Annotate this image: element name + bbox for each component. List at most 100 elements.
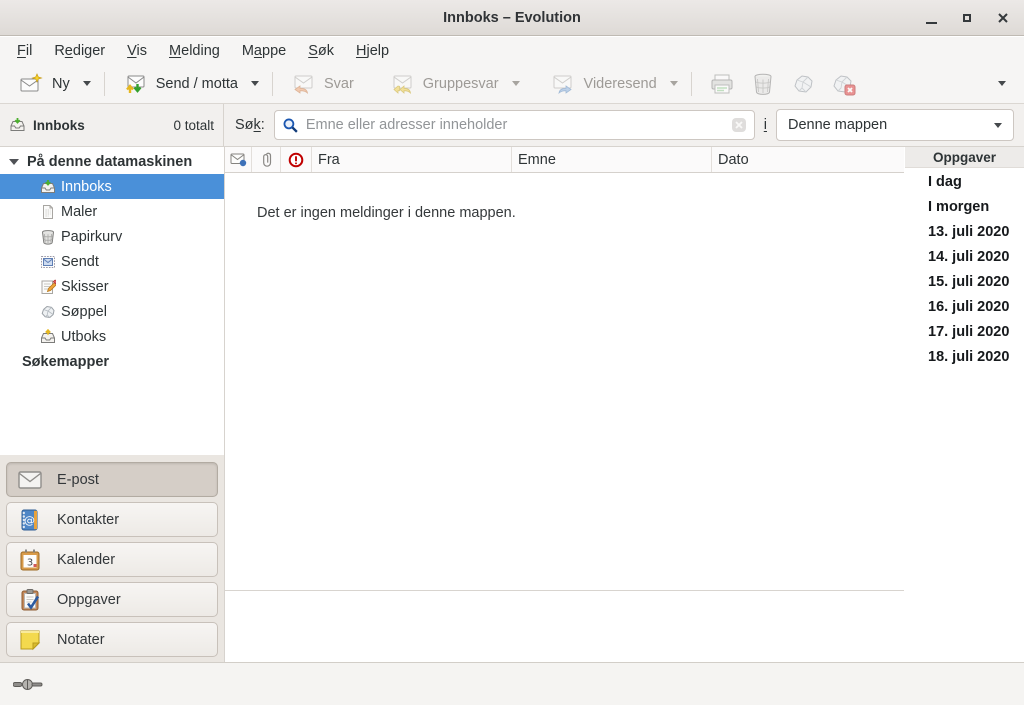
minimize-button[interactable] bbox=[920, 7, 942, 29]
column-from[interactable]: Fra bbox=[312, 147, 512, 172]
switcher-memos-button[interactable]: Notater bbox=[6, 622, 218, 657]
toolbar: Ny Send / motta Svar Gruppesvar bbox=[0, 64, 1024, 104]
forward-dropdown[interactable] bbox=[666, 76, 682, 91]
folder-trash[interactable]: Papirkurv bbox=[0, 224, 224, 249]
send-receive-icon bbox=[123, 72, 147, 96]
titlebar: Innboks – Evolution bbox=[0, 0, 1024, 36]
forward-button[interactable]: Videresend bbox=[542, 67, 666, 101]
group-reply-label: Gruppesvar bbox=[423, 76, 499, 92]
folder-label: Innboks bbox=[61, 179, 112, 195]
task-group-date[interactable]: 13. juli 2020 bbox=[905, 220, 1024, 245]
task-pane-header[interactable]: Oppgaver bbox=[905, 147, 1024, 168]
search-scope-dropdown[interactable]: Denne mappen bbox=[776, 109, 1014, 141]
search-icon bbox=[282, 117, 299, 134]
search-input-wrapper bbox=[274, 110, 755, 140]
switcher-tasks-button[interactable]: Oppgaver bbox=[6, 582, 218, 617]
folder-sent[interactable]: Sendt bbox=[0, 249, 224, 274]
not-junk-button[interactable] bbox=[823, 67, 865, 101]
column-status[interactable] bbox=[225, 147, 252, 172]
preview-pane-splitter[interactable] bbox=[225, 590, 904, 591]
column-date[interactable]: Dato bbox=[712, 147, 904, 172]
new-message-label: Ny bbox=[52, 76, 70, 92]
inbox-icon bbox=[40, 179, 56, 195]
forward-icon bbox=[551, 72, 575, 96]
switcher-label: Kalender bbox=[57, 552, 115, 568]
toolbar-overflow-button[interactable] bbox=[990, 76, 1014, 91]
memos-icon bbox=[18, 628, 42, 652]
menu-message[interactable]: Melding bbox=[158, 39, 231, 63]
outbox-icon bbox=[40, 329, 56, 345]
maximize-button[interactable] bbox=[956, 7, 978, 29]
reply-button[interactable]: Svar bbox=[282, 67, 363, 101]
folder-junk[interactable]: Søppel bbox=[0, 299, 224, 324]
menu-file[interactable]: Fil bbox=[6, 39, 43, 63]
switcher-contacts-button[interactable]: @ Kontakter bbox=[6, 502, 218, 537]
task-group-date[interactable]: 15. juli 2020 bbox=[905, 270, 1024, 295]
menubar: Fil Rediger Vis Melding Mappe Søk Hjelp bbox=[0, 37, 1024, 64]
online-status-icon[interactable] bbox=[13, 677, 45, 692]
junk-button[interactable] bbox=[783, 67, 823, 101]
send-receive-button[interactable]: Send / motta bbox=[114, 67, 247, 101]
tree-root-search-folders[interactable]: Søkemapper bbox=[0, 349, 224, 374]
junk-icon bbox=[791, 72, 815, 96]
folder-header-title: Innboks bbox=[33, 118, 85, 133]
search-scope-value: Denne mappen bbox=[788, 117, 887, 133]
menu-help[interactable]: Hjelp bbox=[345, 39, 400, 63]
window-controls bbox=[920, 0, 1014, 36]
menu-edit[interactable]: Rediger bbox=[43, 39, 116, 63]
junk-icon bbox=[40, 304, 56, 320]
folder-outbox[interactable]: Utboks bbox=[0, 324, 224, 349]
task-group-today[interactable]: I dag bbox=[905, 170, 1024, 195]
task-group-date[interactable]: 16. juli 2020 bbox=[905, 295, 1024, 320]
svg-text:@: @ bbox=[24, 514, 35, 527]
search-band: Innboks 0 totalt Søk: i Denne mappen bbox=[0, 104, 1024, 147]
new-message-button[interactable]: Ny bbox=[10, 67, 79, 101]
search-input[interactable] bbox=[306, 117, 724, 133]
chevron-down-icon bbox=[83, 81, 91, 86]
drafts-icon bbox=[40, 279, 56, 295]
delete-button[interactable] bbox=[743, 67, 783, 101]
reply-icon bbox=[291, 72, 315, 96]
empty-folder-message: Det er ingen meldinger i denne mappen. bbox=[257, 205, 904, 221]
folder-templates[interactable]: Maler bbox=[0, 199, 224, 224]
close-button[interactable] bbox=[992, 7, 1014, 29]
calendar-icon: 3 bbox=[18, 548, 42, 572]
close-icon bbox=[997, 12, 1009, 24]
switcher-mail-button[interactable]: E-post bbox=[6, 462, 218, 497]
folder-label: Papirkurv bbox=[61, 229, 122, 245]
clear-search-button[interactable] bbox=[731, 117, 747, 133]
sent-icon bbox=[40, 254, 56, 270]
search-label: Søk: bbox=[235, 117, 265, 133]
folder-label: Sendt bbox=[61, 254, 99, 270]
column-important[interactable] bbox=[281, 147, 312, 172]
task-group-date[interactable]: 18. juli 2020 bbox=[905, 345, 1024, 370]
folder-drafts[interactable]: Skisser bbox=[0, 274, 224, 299]
folder-label: Søppel bbox=[61, 304, 107, 320]
menu-view[interactable]: Vis bbox=[116, 39, 158, 63]
search-area: Søk: i Denne mappen bbox=[225, 104, 1024, 146]
task-group-date[interactable]: 17. juli 2020 bbox=[905, 320, 1024, 345]
tree-root-on-this-computer[interactable]: På denne datamaskinen bbox=[0, 149, 224, 174]
folder-inbox[interactable]: Innboks bbox=[0, 174, 224, 199]
send-receive-dropdown[interactable] bbox=[247, 76, 263, 91]
task-group-tomorrow[interactable]: I morgen bbox=[905, 195, 1024, 220]
current-folder-header: Innboks 0 totalt bbox=[0, 104, 224, 146]
task-pane: Oppgaver I dag I morgen 13. juli 2020 14… bbox=[905, 147, 1024, 662]
toolbar-separator bbox=[272, 72, 273, 96]
task-group-date[interactable]: 14. juli 2020 bbox=[905, 245, 1024, 270]
menu-folder[interactable]: Mappe bbox=[231, 39, 297, 63]
print-button[interactable] bbox=[701, 67, 743, 101]
switcher-calendar-button[interactable]: 3 Kalender bbox=[6, 542, 218, 577]
column-attachment[interactable] bbox=[252, 147, 281, 172]
clear-icon bbox=[731, 117, 747, 133]
group-reply-dropdown[interactable] bbox=[508, 76, 524, 91]
group-reply-button[interactable]: Gruppesvar bbox=[381, 67, 508, 101]
chevron-down-icon bbox=[998, 81, 1006, 86]
expander-icon[interactable] bbox=[9, 159, 19, 165]
menu-search[interactable]: Søk bbox=[297, 39, 345, 63]
minimize-icon bbox=[926, 22, 937, 24]
chevron-down-icon bbox=[994, 123, 1002, 128]
column-subject[interactable]: Emne bbox=[512, 147, 712, 172]
switcher-label: Oppgaver bbox=[57, 592, 121, 608]
new-message-dropdown[interactable] bbox=[79, 76, 95, 91]
